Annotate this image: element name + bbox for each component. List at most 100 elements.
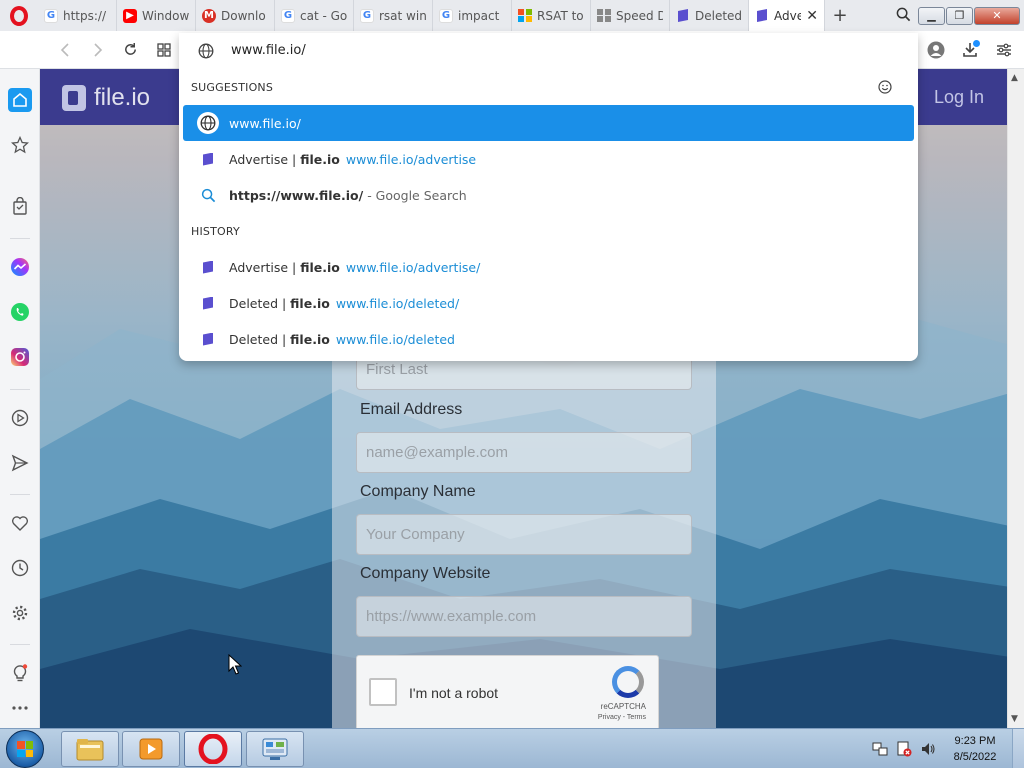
- email-input[interactable]: name@example.com: [356, 432, 692, 473]
- tab-2[interactable]: ▶ Window: [117, 0, 196, 31]
- history-title: Advertise |: [229, 259, 301, 275]
- taskbar-media-player[interactable]: [122, 731, 180, 767]
- downloads-button[interactable]: [956, 36, 984, 64]
- fileio-icon: [197, 256, 219, 278]
- sidebar-tips-button[interactable]: [8, 661, 32, 685]
- tab-strip: G https:// ▶ Window M Downlo G cat - Go …: [0, 0, 1024, 31]
- recaptcha-links[interactable]: Privacy - Terms: [598, 714, 646, 721]
- sidebar-bookmarks-button[interactable]: [8, 511, 32, 535]
- suggestions-header: SUGGESTIONS: [191, 81, 274, 94]
- tab-grid-button[interactable]: [147, 35, 180, 65]
- tab-9[interactable]: Deleted: [670, 0, 749, 31]
- scroll-up-icon[interactable]: ▲: [1011, 73, 1018, 83]
- new-tab-button[interactable]: +: [825, 5, 855, 26]
- page-scrollbar[interactable]: ▲ ▼: [1007, 69, 1024, 728]
- network-icon[interactable]: [872, 741, 888, 757]
- sidebar-settings-button[interactable]: [8, 601, 32, 625]
- reload-button[interactable]: [114, 35, 147, 65]
- chevron-left-icon: [60, 42, 69, 57]
- history-header: HISTORY: [191, 225, 240, 238]
- start-button[interactable]: [6, 730, 44, 768]
- sidebar-instagram-button[interactable]: [8, 345, 32, 369]
- tab-8[interactable]: Speed D: [591, 0, 670, 31]
- opera-menu-button[interactable]: [0, 0, 38, 31]
- sidebar-messenger-button[interactable]: [8, 255, 32, 279]
- tab-6[interactable]: G impact: [433, 0, 512, 31]
- taskbar-explorer[interactable]: [61, 731, 119, 767]
- suggestion-title-bold: file.io: [300, 151, 340, 167]
- site-logo[interactable]: file.io: [62, 84, 150, 112]
- tab-active[interactable]: Adve ✕: [749, 0, 825, 31]
- history-item[interactable]: Deleted | file.io www.file.io/deleted/: [183, 285, 914, 321]
- sidebar-send-button[interactable]: [8, 451, 32, 475]
- close-window-button[interactable]: ✕: [974, 6, 1020, 25]
- tab-title: Downlo: [221, 8, 266, 23]
- globe-icon: [198, 43, 214, 59]
- taskbar-clock[interactable]: 9:23 PM 8/5/2022: [944, 733, 1006, 765]
- login-link[interactable]: Log In: [934, 87, 984, 108]
- sidebar-player-button[interactable]: [8, 406, 32, 430]
- close-tab-icon[interactable]: ✕: [806, 8, 818, 24]
- fileio-icon: [197, 148, 219, 170]
- search-suffix: - Google Search: [367, 187, 467, 203]
- history-title: Deleted |: [229, 295, 291, 311]
- company-input[interactable]: Your Company: [356, 514, 692, 555]
- mouse-cursor-icon: [228, 654, 242, 675]
- lightbulb-icon: [13, 664, 28, 682]
- sidebar-home-button[interactable]: [8, 88, 32, 112]
- smiley-icon[interactable]: [878, 80, 892, 94]
- tab-title: Deleted: [695, 8, 742, 23]
- tab-1[interactable]: G https://: [38, 0, 117, 31]
- forward-button[interactable]: [81, 35, 114, 65]
- taskbar-opera[interactable]: [184, 731, 242, 767]
- sidebar-shopping-button[interactable]: [8, 194, 32, 218]
- suggestion-item-selected[interactable]: www.file.io/: [183, 105, 914, 141]
- history-item[interactable]: Deleted | file.io www.file.io/deleted: [183, 321, 914, 357]
- suggestion-item[interactable]: Advertise | file.io www.file.io/advertise: [183, 141, 914, 177]
- sidebar-more-button[interactable]: [8, 696, 32, 720]
- restore-button[interactable]: ❐: [946, 6, 973, 25]
- sidebar: [0, 69, 40, 728]
- tab-3[interactable]: M Downlo: [196, 0, 275, 31]
- email-placeholder: name@example.com: [366, 444, 508, 461]
- opera-logo-icon: [10, 5, 28, 26]
- recaptcha-checkbox[interactable]: [369, 678, 397, 706]
- advertise-form: First Last Email Address name@example.co…: [332, 349, 716, 728]
- scroll-down-icon[interactable]: ▼: [1011, 714, 1018, 724]
- tab-5[interactable]: G rsat win: [354, 0, 433, 31]
- address-input[interactable]: www.file.io/: [179, 33, 918, 69]
- tab-title: Window: [142, 8, 189, 23]
- tab-7[interactable]: RSAT to: [512, 0, 591, 31]
- recaptcha-logo-icon: [612, 666, 644, 698]
- chevron-right-icon: [93, 42, 102, 57]
- search-tabs-button[interactable]: [888, 7, 918, 25]
- shopping-bag-icon: [13, 197, 27, 215]
- tab-title: Adve: [774, 8, 802, 23]
- account-button[interactable]: [922, 36, 950, 64]
- volume-icon[interactable]: [920, 741, 936, 757]
- globe-icon: [197, 112, 219, 134]
- user-icon: [927, 41, 945, 59]
- history-title-bold: file.io: [290, 331, 330, 347]
- tab-4[interactable]: G cat - Go: [275, 0, 354, 31]
- action-center-alert-icon[interactable]: [896, 741, 912, 757]
- website-input[interactable]: https://www.example.com: [356, 596, 692, 637]
- suggestion-url: www.file.io/advertise: [345, 151, 477, 167]
- fileio-logo-icon: [62, 85, 86, 111]
- name-placeholder: First Last: [366, 361, 428, 378]
- suggestion-item-search[interactable]: https://www.file.io/- Google Search: [183, 177, 914, 213]
- history-item[interactable]: Advertise | file.io www.file.io/advertise…: [183, 249, 914, 285]
- taskbar-control-panel[interactable]: [246, 731, 304, 767]
- sidebar-whatsapp-button[interactable]: [8, 300, 32, 324]
- back-button[interactable]: [48, 35, 81, 65]
- history-title-bold: file.io: [290, 295, 330, 311]
- sidebar-history-button[interactable]: [8, 556, 32, 580]
- show-desktop-button[interactable]: [1012, 729, 1024, 768]
- microsoft-icon: [518, 8, 532, 23]
- history-url: www.file.io/advertise/: [345, 259, 481, 275]
- sidebar-speed-dial-button[interactable]: [8, 133, 32, 157]
- windows-logo-icon: [17, 741, 33, 757]
- minimize-button[interactable]: ▁: [918, 6, 945, 25]
- suggestion-text: www.file.io/: [229, 115, 301, 131]
- easy-setup-button[interactable]: [990, 36, 1018, 64]
